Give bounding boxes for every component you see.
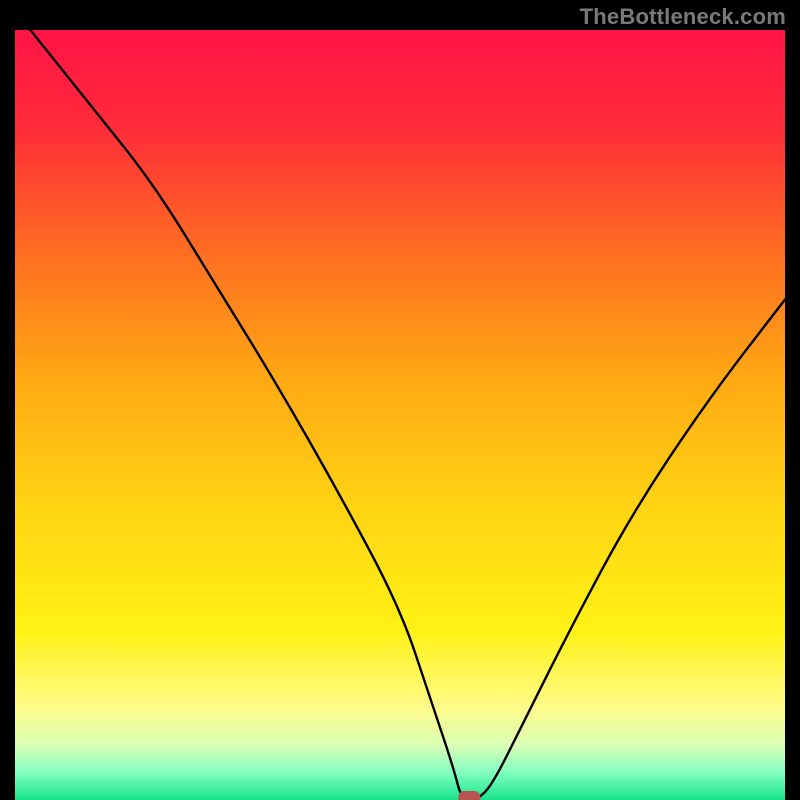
watermark-text: TheBottleneck.com [580, 4, 786, 30]
bottleneck-chart [15, 30, 785, 800]
chart-frame [15, 30, 785, 800]
optimal-point-marker [458, 791, 480, 800]
gradient-background [15, 30, 785, 800]
